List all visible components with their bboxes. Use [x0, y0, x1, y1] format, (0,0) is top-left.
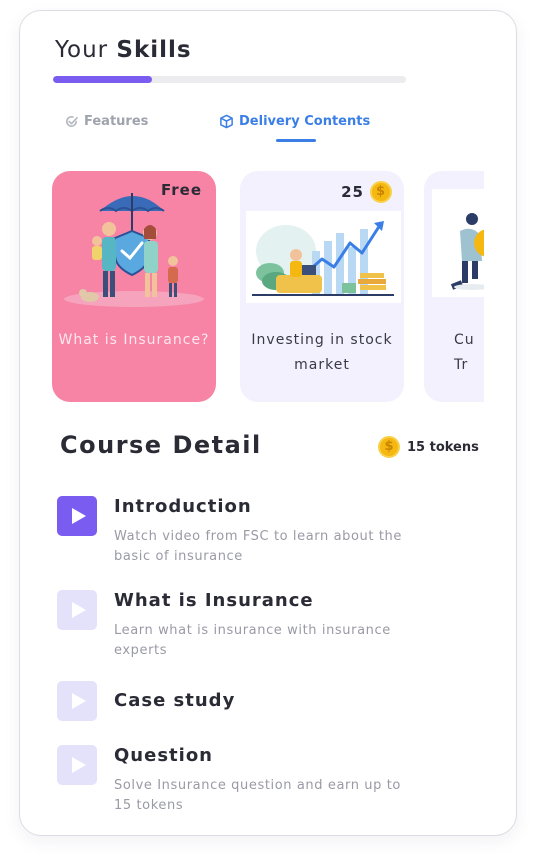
- skills-card: Your Skills Features Delivery Contents F…: [19, 10, 517, 836]
- title-prefix: Your: [55, 37, 109, 63]
- course-detail-title: Course Detail: [60, 431, 262, 459]
- page-title: Your Skills: [55, 37, 192, 63]
- tab-features[interactable]: Features: [64, 114, 148, 129]
- check-circle-icon: [66, 115, 78, 127]
- course-card-partial[interactable]: Cu Tr: [424, 171, 484, 402]
- tab-delivery-label: Delivery Contents: [239, 114, 371, 129]
- course-title-stock-market: Investing in stock market: [251, 332, 393, 373]
- play-icon[interactable]: [57, 590, 97, 630]
- skills-progress-fill: [53, 76, 152, 83]
- play-icon[interactable]: [57, 745, 97, 785]
- course-carousel[interactable]: Free What is Insurance? 25 $ Investing i…: [52, 171, 484, 403]
- tab-active-underline: [276, 139, 316, 142]
- tab-features-label: Features: [84, 114, 149, 129]
- coin-icon: $: [378, 436, 400, 458]
- price-value: 25: [341, 183, 364, 201]
- lesson-title: What is Insurance: [114, 590, 314, 611]
- person-coin-illustration: [432, 189, 484, 297]
- play-icon[interactable]: [57, 681, 97, 721]
- skills-progress-bar: [53, 76, 406, 83]
- cube-icon: [220, 114, 233, 129]
- title-bold: Skills: [116, 37, 192, 63]
- family-insurance-illustration: [64, 193, 204, 307]
- stock-market-illustration: [246, 211, 401, 303]
- lesson-description: Watch video from FSC to learn about the …: [114, 529, 402, 564]
- lesson-title: Question: [114, 745, 213, 766]
- course-card-insurance[interactable]: Free What is Insurance?: [52, 171, 216, 402]
- course-title-insurance: What is Insurance?: [58, 332, 210, 348]
- course-tokens: $ 15 tokens: [378, 436, 479, 458]
- lesson-title: Introduction: [114, 496, 252, 517]
- lesson-description: Learn what is insurance with insurance e…: [114, 623, 391, 658]
- course-tokens-value: 15 tokens: [407, 439, 479, 455]
- course-title-partial: Cu Tr: [454, 332, 475, 373]
- lesson-description: Solve Insurance question and earn up to …: [114, 778, 401, 813]
- course-card-stock-market[interactable]: 25 $ Investing in stock market: [240, 171, 404, 402]
- price-badge: 25 $: [341, 181, 392, 203]
- lesson-title: Case study: [114, 690, 236, 711]
- tab-delivery-contents[interactable]: Delivery Contents: [219, 114, 370, 129]
- play-icon[interactable]: [57, 496, 97, 536]
- coin-icon: $: [370, 181, 392, 203]
